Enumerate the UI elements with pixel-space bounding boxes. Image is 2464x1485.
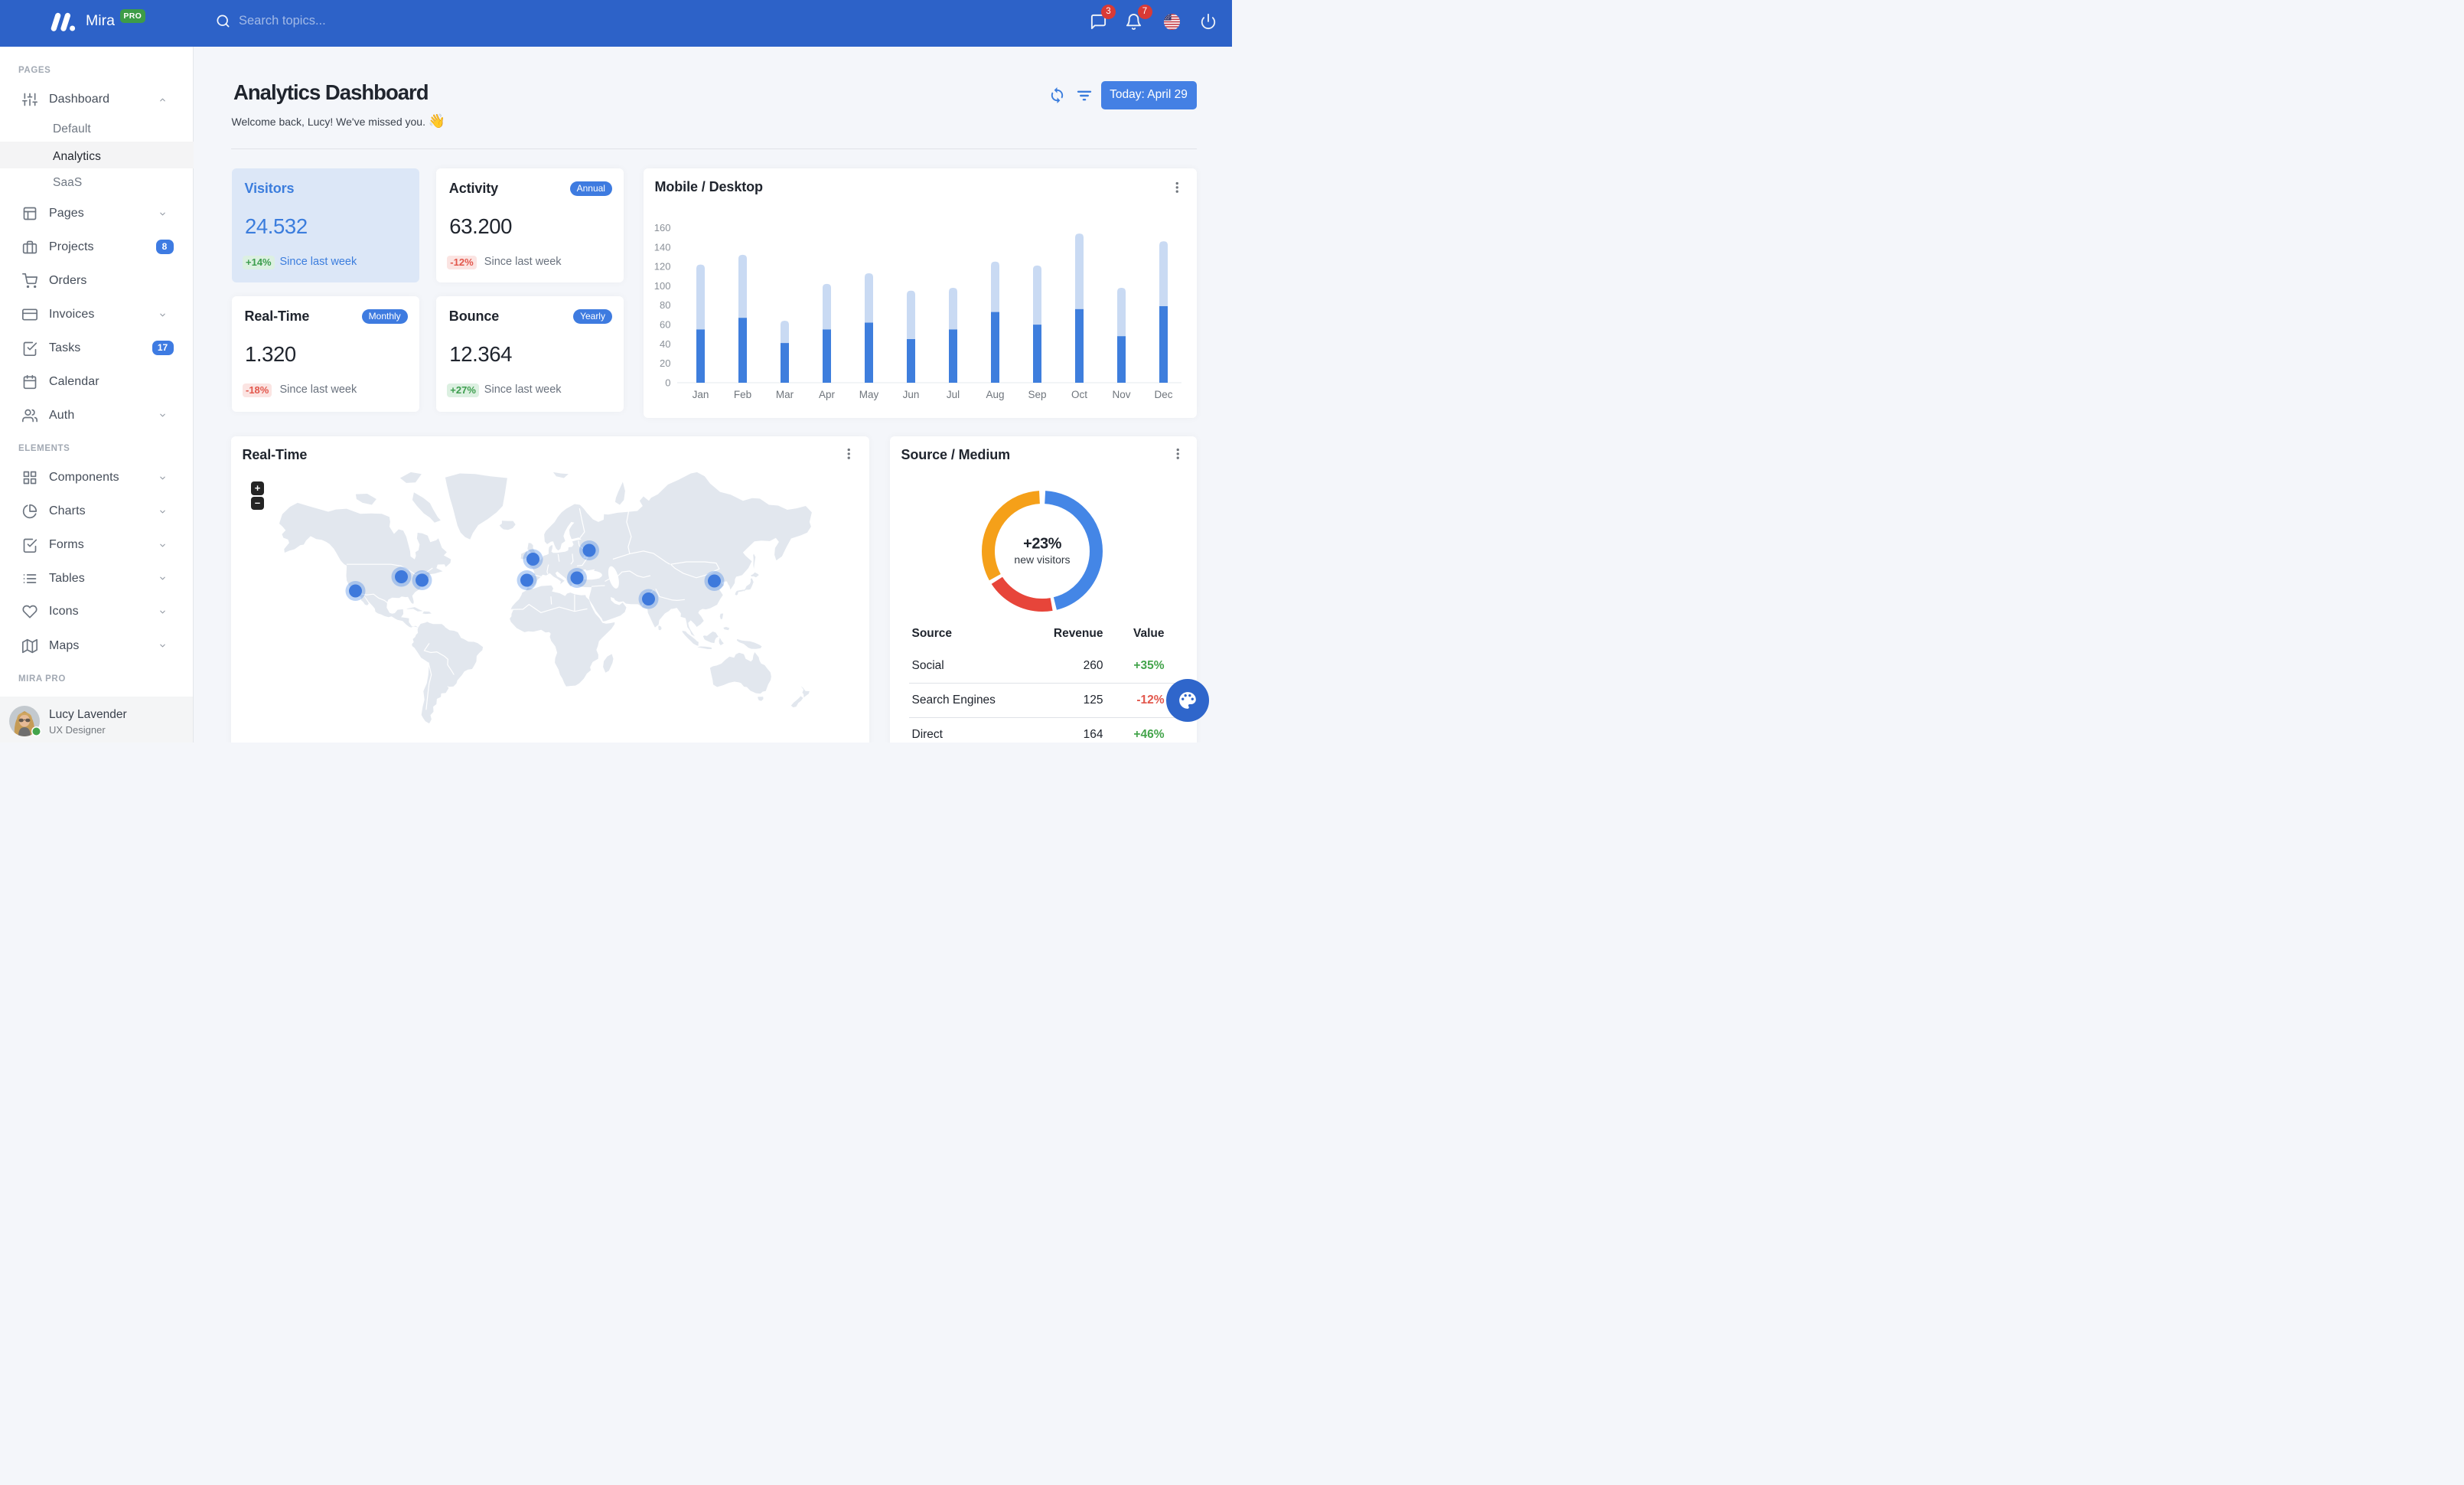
svg-text:140: 140 — [653, 241, 670, 253]
svg-text:Nov: Nov — [1112, 389, 1130, 400]
svg-text:160: 160 — [653, 222, 670, 233]
svg-text:+23%: +23% — [1023, 536, 1061, 553]
svg-text:new visitors: new visitors — [1014, 553, 1070, 566]
svg-text:Feb: Feb — [733, 389, 751, 400]
svg-text:Oct: Oct — [1071, 389, 1087, 400]
svg-text:40: 40 — [660, 338, 670, 349]
svg-text:60: 60 — [660, 318, 670, 330]
svg-text:Jan: Jan — [692, 389, 709, 400]
svg-text:Mar: Mar — [775, 389, 794, 400]
svg-text:Jun: Jun — [902, 389, 919, 400]
svg-text:Aug: Aug — [986, 389, 1004, 400]
svg-text:Dec: Dec — [1154, 389, 1172, 400]
svg-text:120: 120 — [653, 260, 670, 272]
svg-text:0: 0 — [665, 377, 670, 388]
svg-text:Apr: Apr — [818, 389, 835, 400]
svg-text:Jul: Jul — [946, 389, 959, 400]
svg-text:20: 20 — [660, 357, 670, 369]
svg-text:May: May — [859, 389, 878, 400]
svg-text:80: 80 — [660, 299, 670, 311]
svg-text:Sep: Sep — [1028, 389, 1046, 400]
svg-text:100: 100 — [653, 279, 670, 291]
